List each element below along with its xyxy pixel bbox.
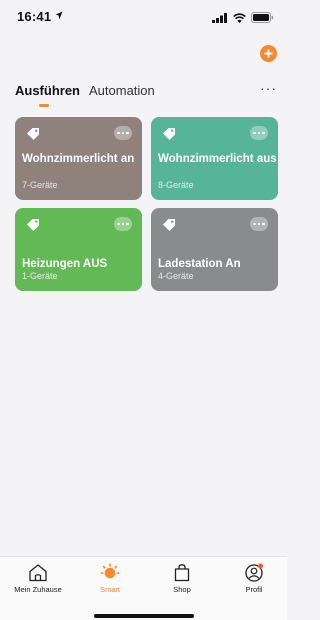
add-scene-button[interactable]	[260, 45, 277, 62]
nav-label: Profil	[245, 585, 263, 594]
bag-icon	[174, 564, 190, 582]
scene-device-count: 1-Geräte	[22, 271, 58, 281]
scene-title: Wohnzimmerlicht aus	[158, 153, 277, 165]
more-options-button[interactable]: ···	[260, 80, 277, 96]
tag-icon	[163, 219, 175, 231]
nav-mein-zuhause[interactable]: Mein Zuhause	[8, 563, 68, 594]
scene-card[interactable]: Ladestation An 4-Geräte	[151, 208, 278, 291]
tag-icon	[163, 128, 175, 140]
scene-tabs: Ausführen Automation ···	[0, 78, 287, 108]
profile-icon	[245, 563, 263, 582]
tag-icon	[27, 219, 39, 231]
nav-label: Smart	[99, 585, 120, 594]
scene-card[interactable]: Wohnzimmerlicht aus 8-Geräte	[151, 117, 278, 200]
status-icons	[212, 12, 274, 23]
bottom-navigation: Mein Zuhause Smart Shop Profil	[0, 556, 287, 620]
scene-device-count: 4-Geräte	[158, 271, 194, 281]
active-tab-indicator	[39, 104, 49, 107]
home-icon	[29, 564, 47, 582]
nav-profil[interactable]: Profil	[224, 563, 284, 594]
status-time: 16:41	[17, 9, 52, 24]
wifi-icon	[233, 12, 246, 23]
scene-title: Heizungen AUS	[22, 258, 108, 270]
battery-icon	[251, 12, 274, 23]
status-bar: 16:41	[0, 0, 287, 30]
scene-card[interactable]: Heizungen AUS 1-Geräte	[15, 208, 142, 291]
scene-device-count: 8-Geräte	[158, 180, 194, 190]
scene-device-count: 7-Geräte	[22, 180, 58, 190]
tab-automation[interactable]: Automation	[89, 83, 155, 98]
nav-smart[interactable]: Smart	[80, 563, 140, 594]
scene-options-button[interactable]	[114, 126, 132, 140]
notification-dot	[258, 563, 263, 569]
tab-ausfuehren[interactable]: Ausführen	[15, 83, 80, 98]
home-indicator	[94, 614, 194, 618]
scene-title: Ladestation An	[158, 258, 241, 270]
sun-icon	[100, 563, 120, 579]
nav-shop[interactable]: Shop	[152, 563, 212, 594]
scene-title: Wohnzimmerlicht an	[22, 153, 135, 165]
plus-icon	[264, 49, 273, 58]
nav-label: Mein Zuhause	[14, 585, 62, 594]
scene-card[interactable]: Wohnzimmerlicht an 7-Geräte	[15, 117, 142, 200]
scene-options-button[interactable]	[250, 126, 268, 140]
cellular-signal-icon	[212, 12, 227, 23]
scene-options-button[interactable]	[114, 217, 132, 231]
location-arrow-icon	[55, 11, 63, 20]
nav-label: Shop	[173, 585, 191, 594]
scene-options-button[interactable]	[250, 217, 268, 231]
tag-icon	[27, 128, 39, 140]
